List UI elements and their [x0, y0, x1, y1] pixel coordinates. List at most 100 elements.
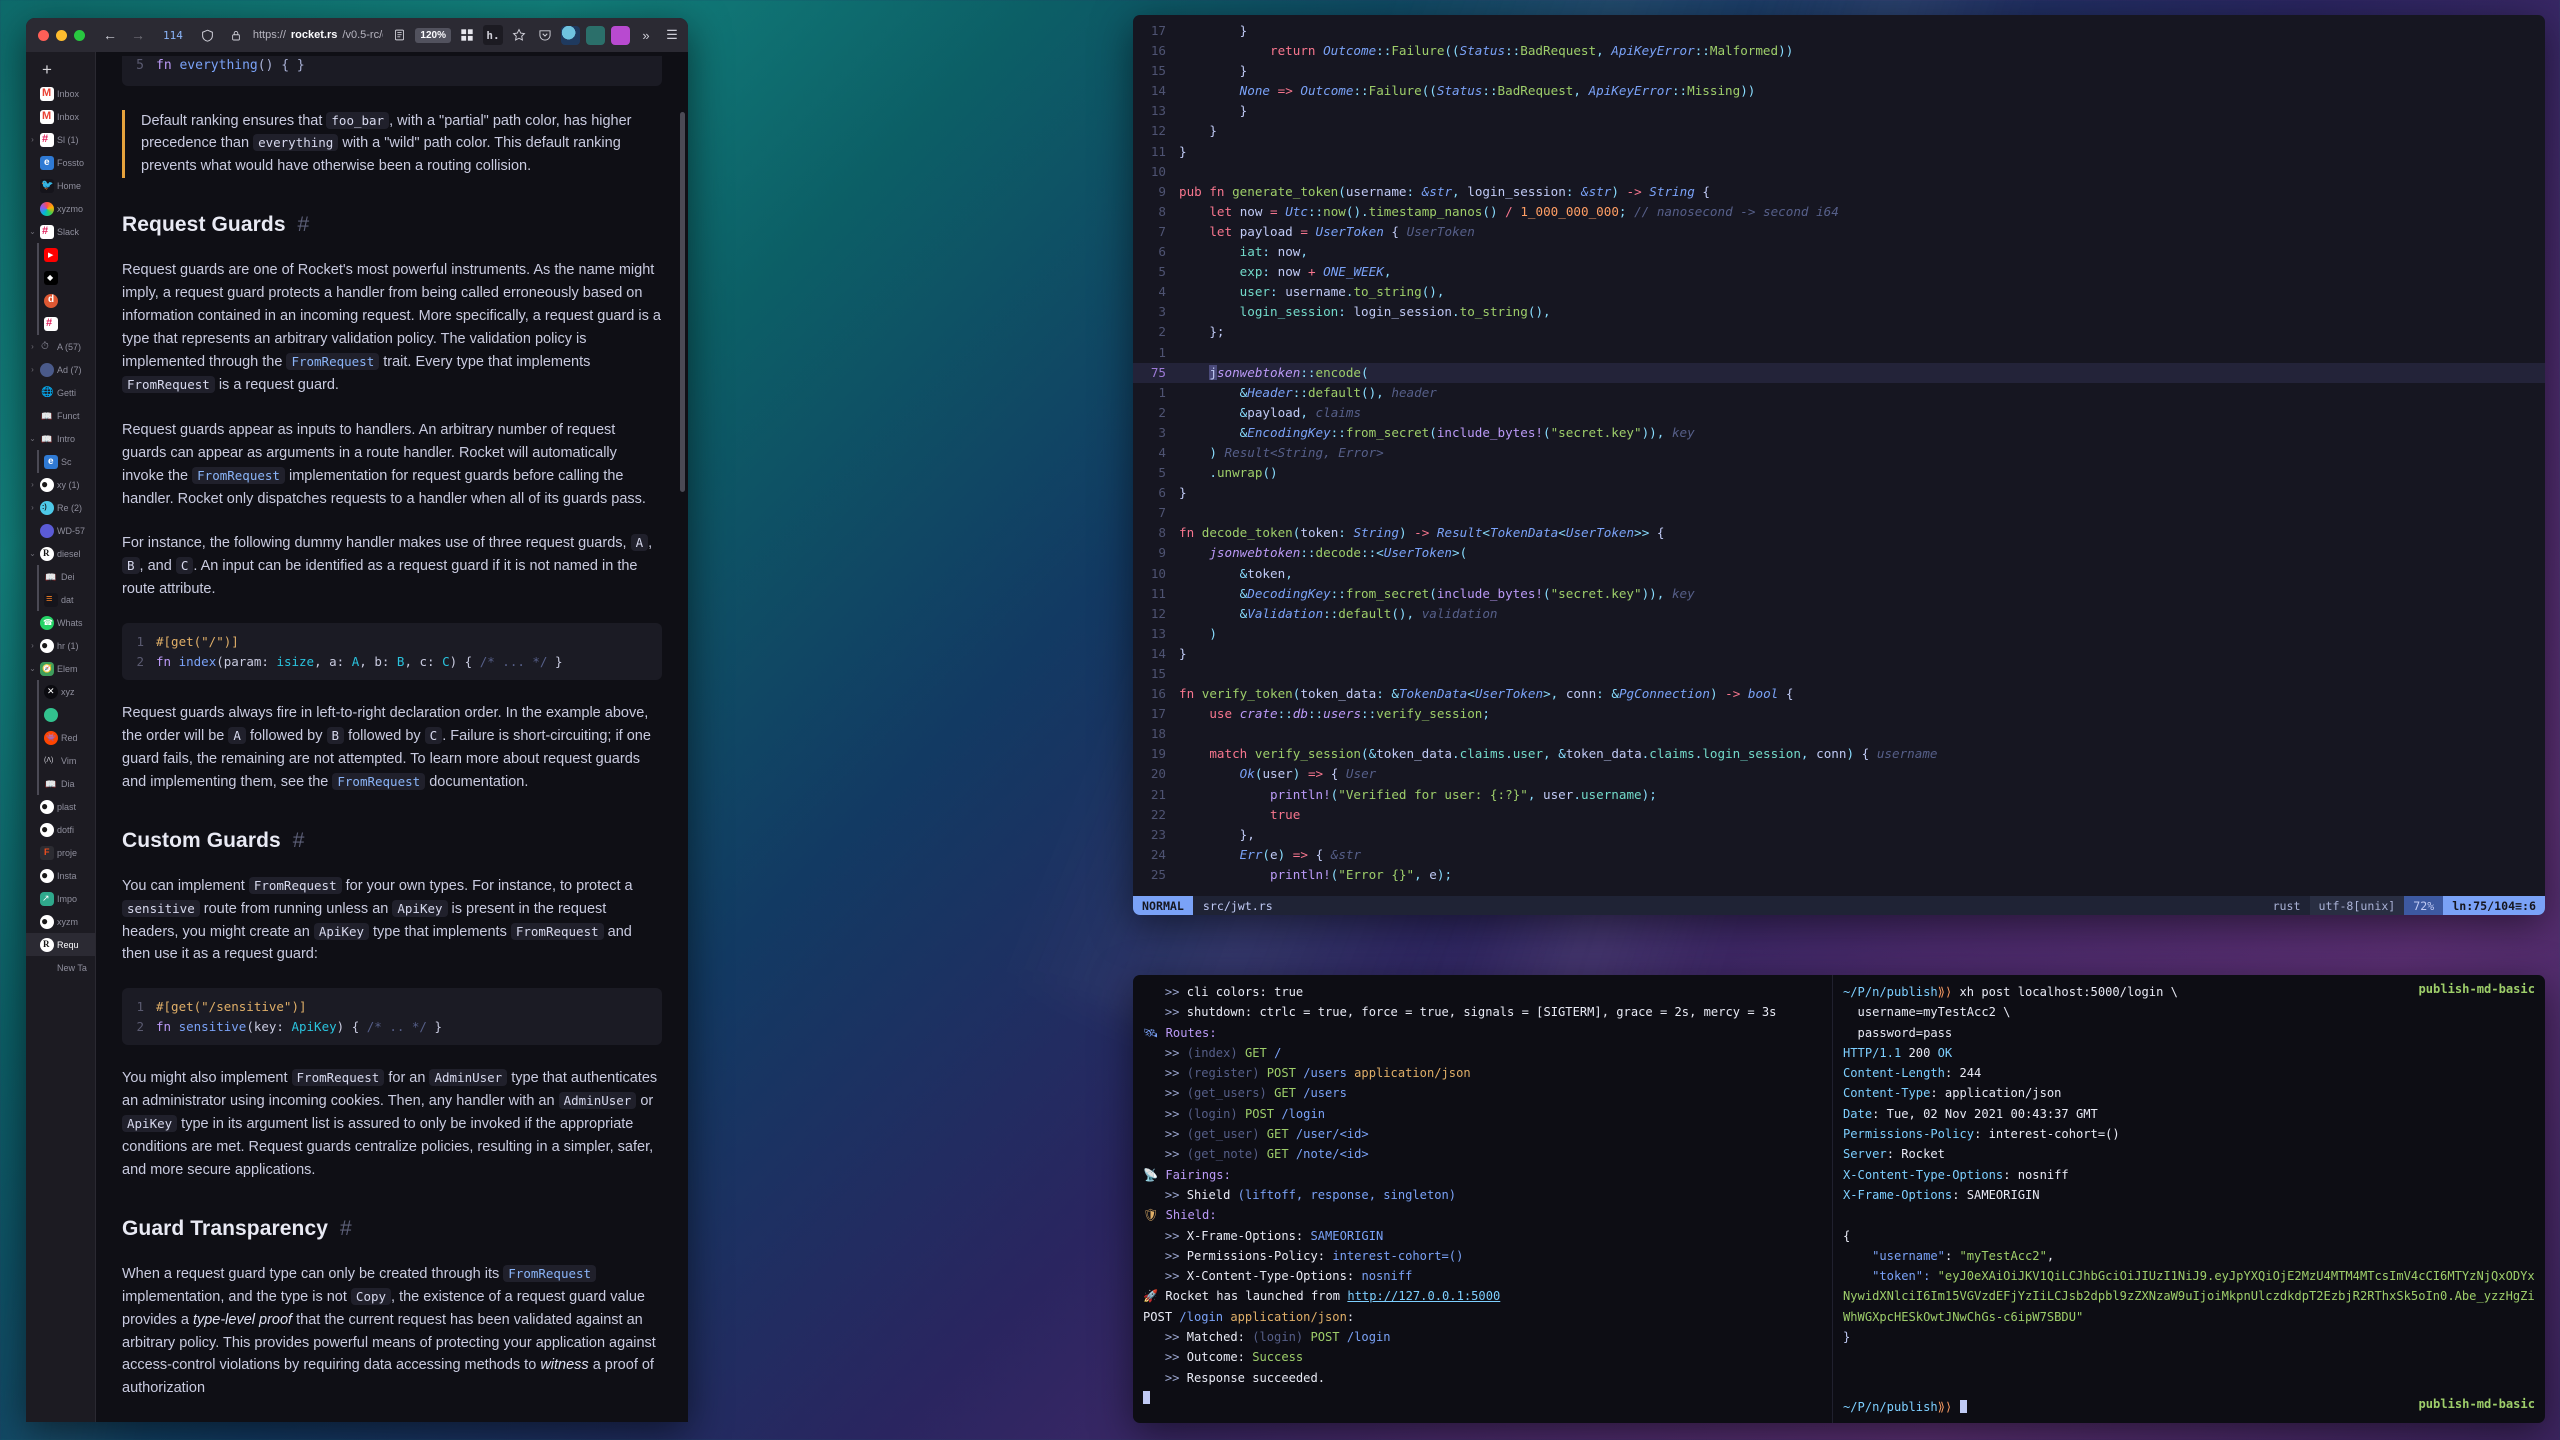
neovim-window[interactable]: 17 } 16 return Outcome::Failure((Status::…	[1133, 15, 2545, 915]
sidebar-tab-0[interactable]: Inbox	[26, 82, 95, 105]
editor-line-number: 15	[1150, 666, 1166, 681]
tab-group-twisty[interactable]: ›	[28, 503, 37, 512]
window-controls[interactable]	[32, 29, 93, 41]
sidebar-tab-11[interactable]: › A (57)	[26, 335, 95, 358]
sidebar-tab-25[interactable]: ⌄ Elem	[26, 657, 95, 680]
tab-group-twisty[interactable]: ›	[28, 135, 37, 144]
sidebar-tab-33[interactable]: proje	[26, 841, 95, 864]
tab-group-twisty[interactable]: ›	[28, 342, 37, 351]
sidebar-tab-35[interactable]: Impo	[26, 887, 95, 910]
terminal-window[interactable]: >> cli colors: true >> shutdown: ctrlc =…	[1133, 975, 2545, 1423]
extension-vimium-icon[interactable]	[561, 25, 580, 45]
tab-group-twisty[interactable]: ›	[28, 480, 37, 489]
editor-line-30: 13 )	[1133, 624, 2545, 644]
reader-mode-icon[interactable]	[389, 25, 409, 45]
tab-group-twisty[interactable]: ⌄	[28, 549, 37, 558]
sidebar-tab-label: Inbox	[57, 88, 80, 99]
shield-icon[interactable]	[197, 24, 219, 46]
sidebar-tab-28[interactable]: Red	[26, 726, 95, 749]
sidebar-tab-16[interactable]: Sc	[26, 450, 95, 473]
heading-anchor-link[interactable]: #	[298, 213, 310, 236]
sidebar-tab-31[interactable]: plast	[26, 795, 95, 818]
sidebar-tab-10[interactable]	[26, 312, 95, 335]
app-menu-button[interactable]: ☰	[662, 25, 682, 45]
forward-button[interactable]: →	[127, 24, 149, 46]
sidebar-tab-9[interactable]	[26, 289, 95, 312]
editor-line-29: 12 &Validation::default(), validation	[1133, 604, 2545, 624]
sidebar-tab-17[interactable]: › xy (1)	[26, 473, 95, 496]
sidebar-tab-14[interactable]: Funct	[26, 404, 95, 427]
extension-bitwarden-icon[interactable]	[611, 25, 630, 45]
terminal-output-client: username=myTestAcc2 \ password=pass HTTP/…	[1843, 1002, 2535, 1266]
tab-group-twisty[interactable]: ⌄	[28, 227, 37, 236]
editor-line-number: 1	[1158, 384, 1166, 400]
sidebar-tab-36[interactable]: xyzm	[26, 910, 95, 933]
sidebar-tab-4[interactable]: Home	[26, 174, 95, 197]
back-button[interactable]: ←	[99, 24, 121, 46]
terminal-pane-client[interactable]: ~/P/n/publish⟫⟩ xh post localhost:5000/l…	[1833, 975, 2545, 1423]
editor-line-19: 2 &payload, claims	[1133, 403, 2545, 423]
sidebar-tab-label: Sc	[61, 456, 72, 467]
sidebar-tab-26[interactable]: xyz	[26, 680, 95, 703]
element-icon	[40, 661, 54, 676]
sidebar-tab-15[interactable]: ⌄ Intro	[26, 427, 95, 450]
sidebar-tab-34[interactable]: Insta	[26, 864, 95, 887]
new-tab-button[interactable]: +	[26, 56, 95, 82]
heading-anchor-link[interactable]: #	[340, 1217, 352, 1240]
tab-group-twisty[interactable]: ›	[28, 365, 37, 374]
heading-anchor-link[interactable]: #	[293, 829, 305, 852]
h-icon[interactable]: h.	[483, 25, 503, 45]
terminal-client-line-8: X-Content-Type-Options: nosniff	[1843, 1167, 2069, 1182]
firefox-window[interactable]: ← → 114 https:// rocket.rs/v0.5-rc/guide/…	[26, 18, 688, 1422]
editor-buffer[interactable]: 17 } 16 return Outcome::Failure((Status::…	[1133, 15, 2545, 896]
tab-group-twisty[interactable]: ›	[28, 641, 37, 650]
extension-ublock-icon[interactable]	[586, 25, 605, 45]
grid-icon[interactable]	[457, 25, 477, 45]
sidebar-tab-20[interactable]: ⌄ diesel	[26, 542, 95, 565]
editor-line-number: 20	[1150, 766, 1166, 782]
sidebar-tab-19[interactable]: WD-57	[26, 519, 95, 542]
zoom-level-badge[interactable]: 120%	[415, 27, 451, 43]
minimize-window-button[interactable]	[56, 29, 67, 41]
star-icon[interactable]	[509, 25, 529, 45]
editor-line-18: 1 &Header::default(), header	[1133, 383, 2545, 403]
sidebar-tab-23[interactable]: Whats	[26, 611, 95, 634]
url-bar[interactable]: https:// rocket.rs/v0.5-rc/guide/requests…	[253, 24, 384, 46]
sidebar-tab-38[interactable]: New Ta	[26, 956, 95, 979]
terminal-server-line-6: >> (login) POST /login	[1143, 1106, 1326, 1121]
sidebar-tab-22[interactable]: dat	[26, 588, 95, 611]
tab-group-twisty[interactable]: ⌄	[28, 664, 37, 673]
editor-line-number: 14	[1150, 83, 1166, 99]
sidebar-tab-37[interactable]: Requ	[26, 933, 95, 956]
overflow-menu-button[interactable]: »	[636, 25, 656, 45]
tab-group-twisty[interactable]: ⌄	[28, 434, 37, 443]
sidebar-tab-32[interactable]: dotfi	[26, 818, 95, 841]
editor-line-number: 5	[1158, 465, 1166, 481]
pocket-icon[interactable]	[535, 25, 555, 45]
sidebar-tab-12[interactable]: › Ad (7)	[26, 358, 95, 381]
page-scrollbar[interactable]	[680, 112, 685, 492]
sidebar-tab-6[interactable]: ⌄ Slack	[26, 220, 95, 243]
sidebar-tab-1[interactable]: Inbox	[26, 105, 95, 128]
vertical-tab-sidebar[interactable]: + Inbox Inbox › Sl (1) Fossto Home xyzmo ⌄ Slack…	[26, 52, 96, 1422]
sidebar-tab-27[interactable]	[26, 703, 95, 726]
sidebar-tab-7[interactable]	[26, 243, 95, 266]
sidebar-tab-13[interactable]: Getti	[26, 381, 95, 404]
sidebar-tab-3[interactable]: Fossto	[26, 151, 95, 174]
maximize-window-button[interactable]	[74, 29, 85, 41]
sidebar-tab-30[interactable]: Dia	[26, 772, 95, 795]
sidebar-tab-18[interactable]: › Re (2)	[26, 496, 95, 519]
sidebar-tab-29[interactable]: Vim	[26, 749, 95, 772]
sidebar-tab-21[interactable]: Dei	[26, 565, 95, 588]
editor-line-text: user: username.to_string(),	[1239, 284, 1445, 300]
sidebar-tab-5[interactable]: xyzmo	[26, 197, 95, 220]
terminal-pane-server[interactable]: >> cli colors: true >> shutdown: ctrlc =…	[1133, 975, 1833, 1423]
sidebar-tab-2[interactable]: › Sl (1)	[26, 128, 95, 151]
close-window-button[interactable]	[38, 29, 49, 41]
slack-icon	[44, 316, 58, 331]
terminal-command: xh post localhost:5000/login \	[1959, 985, 2178, 999]
terminal-session-tag: publish-md-basic	[2418, 982, 2536, 996]
lock-icon[interactable]	[225, 24, 247, 46]
sidebar-tab-8[interactable]	[26, 266, 95, 289]
sidebar-tab-24[interactable]: › hr (1)	[26, 634, 95, 657]
